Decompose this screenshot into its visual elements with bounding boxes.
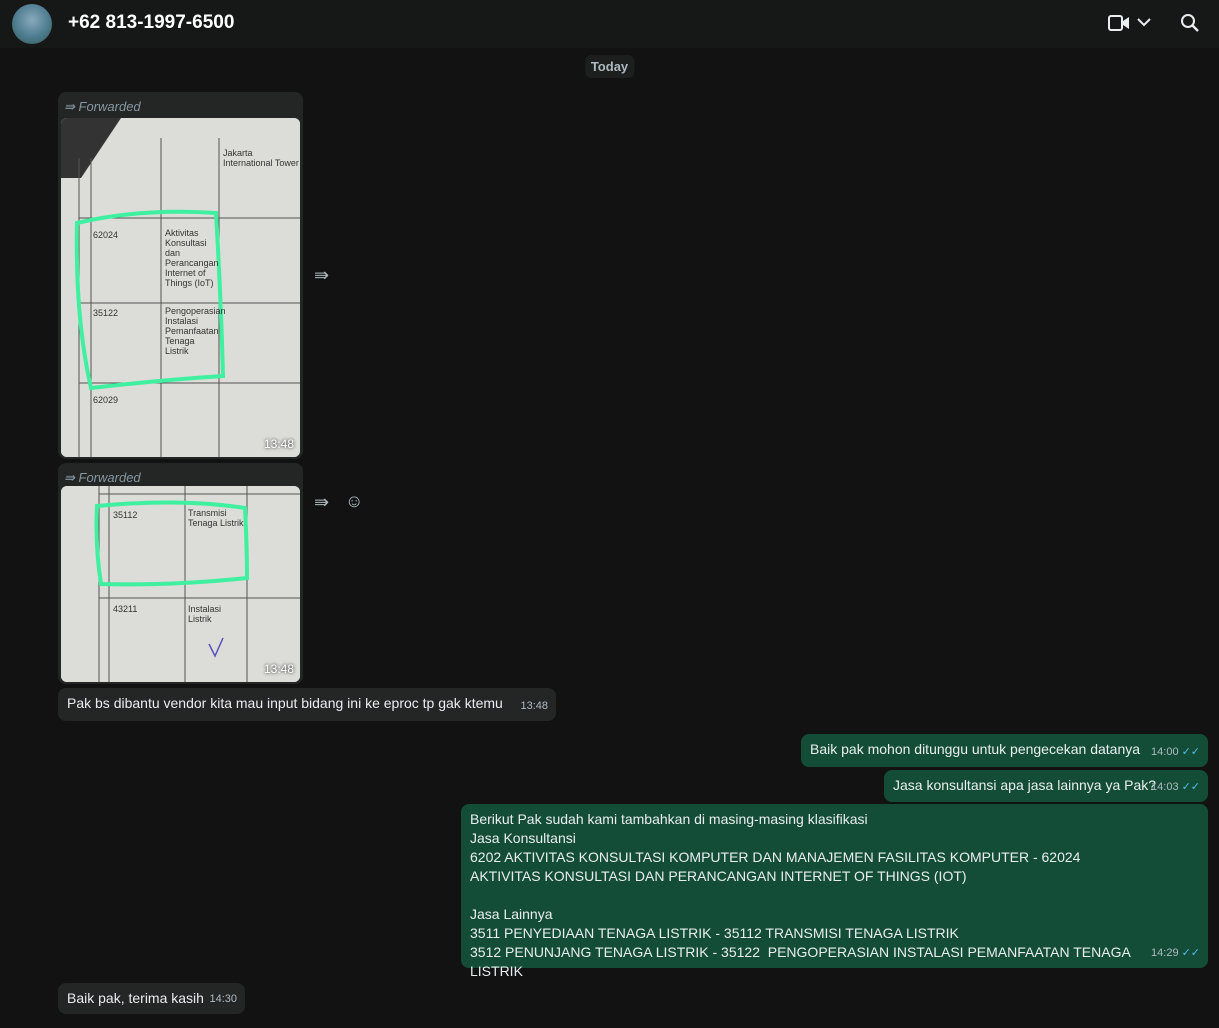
- forward-icon: ⇛: [64, 470, 79, 485]
- forwarded-label: Forwarded: [78, 470, 141, 485]
- outgoing-message[interactable]: Jasa konsultansi apa jasa lainnya ya Pak…: [884, 770, 1208, 802]
- contact-avatar[interactable]: [12, 4, 52, 44]
- outgoing-message[interactable]: Berikut Pak sudah kami tambahkan di masi…: [461, 804, 1208, 979]
- message-time: 14:30: [209, 993, 237, 1005]
- date-divider: Today: [584, 55, 635, 78]
- search-icon[interactable]: [1180, 13, 1200, 33]
- photo-thumbnail[interactable]: 62024 Aktivitas Konsultasi dan Perancang…: [61, 118, 300, 457]
- outgoing-message[interactable]: Baik pak mohon ditunggu untuk pengecekan…: [801, 734, 1208, 767]
- message-time: 14:00: [1151, 746, 1179, 758]
- forwarded-label: Forwarded: [78, 99, 141, 114]
- document-photo: [61, 486, 300, 682]
- chevron-down-icon[interactable]: [1137, 17, 1151, 27]
- photo-thumbnail[interactable]: 35112 Transmisi Tenaga Listrik 43211 Ins…: [61, 486, 300, 682]
- message-time: 13:48: [263, 662, 294, 676]
- read-receipt-icon: ✓✓: [1181, 947, 1200, 959]
- forwarded-image-message[interactable]: ⇛ Forwarded 62024 Aktivitas Konsultasi d…: [58, 92, 303, 459]
- incoming-message[interactable]: Pak bs dibantu vendor kita mau input bid…: [58, 688, 556, 721]
- message-time: 14:03: [1151, 781, 1179, 793]
- forwarded-image-message[interactable]: ⇛ Forwarded 35112 Transmisi Tenaga Listr…: [58, 463, 303, 684]
- video-call-icon[interactable]: [1108, 14, 1130, 32]
- message-text: Pak bs dibantu vendor kita mau input bid…: [67, 695, 503, 711]
- read-receipt-icon: ✓✓: [1181, 781, 1200, 793]
- message-time: 14:29: [1151, 947, 1179, 959]
- message-time: 13:48: [263, 437, 294, 451]
- forward-button-icon[interactable]: ⇛: [314, 492, 329, 513]
- message-text: Berikut Pak sudah kami tambahkan di masi…: [470, 811, 1131, 979]
- forward-button-icon[interactable]: ⇛: [314, 265, 329, 286]
- message-text: Baik pak mohon ditunggu untuk pengecekan…: [810, 741, 1141, 757]
- incoming-message[interactable]: Baik pak, terima kasih 14:30: [58, 983, 245, 1014]
- emoji-reaction-icon[interactable]: ☺: [345, 491, 363, 512]
- read-receipt-icon: ✓✓: [1181, 746, 1200, 758]
- chat-header: +62 813-1997-6500: [0, 0, 1219, 48]
- contact-name[interactable]: +62 813-1997-6500: [68, 12, 234, 34]
- forward-icon: ⇛: [64, 99, 79, 114]
- message-time: 13:48: [520, 700, 548, 712]
